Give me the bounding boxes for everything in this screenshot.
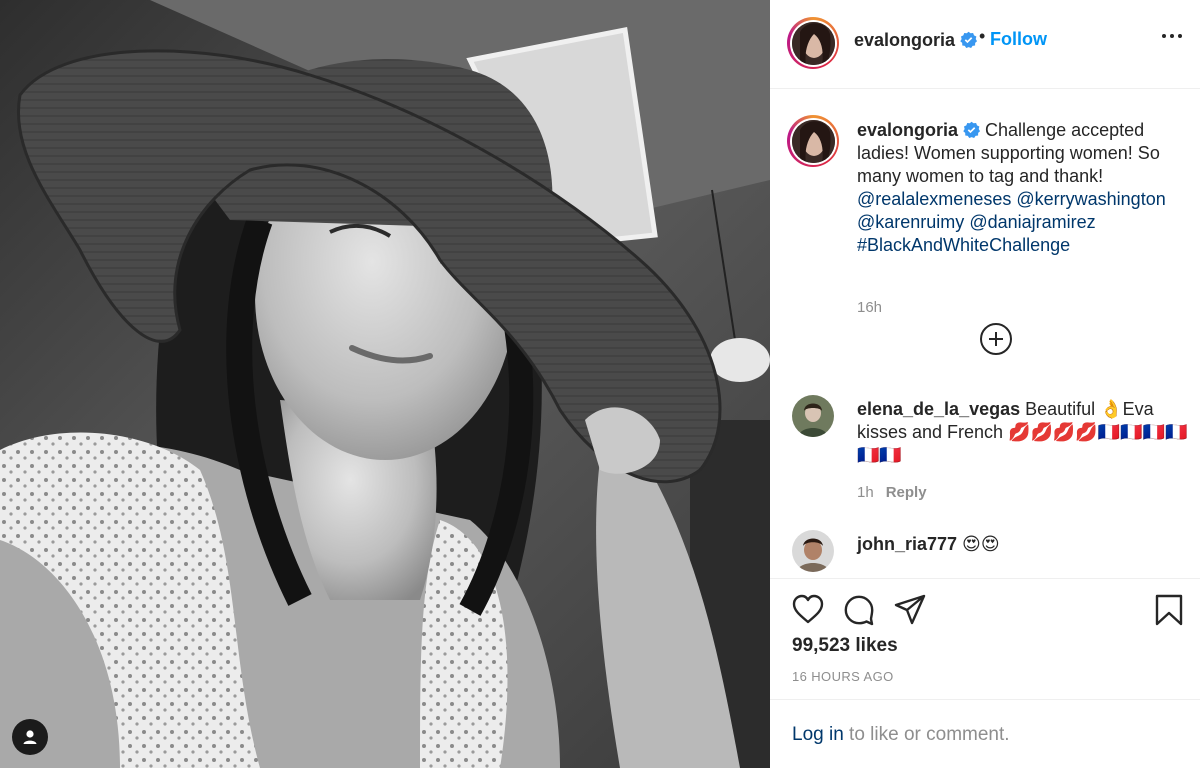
login-link[interactable]: Log in — [792, 724, 844, 745]
comment-body: 😍😍 — [957, 534, 1000, 554]
load-more-icon — [989, 332, 1003, 346]
commenter-avatar[interactable] — [792, 395, 834, 437]
login-text: Log in to like or comment. — [792, 724, 1010, 746]
commenter-avatar[interactable] — [792, 530, 834, 572]
separator-dot: • — [979, 26, 986, 46]
follow-button[interactable]: Follow — [990, 29, 1047, 50]
heart-icon[interactable] — [791, 593, 825, 632]
verified-icon — [960, 31, 978, 48]
post-side-panel: evalongoria • Follow evalongoria Challen… — [770, 0, 1200, 768]
comment-icon[interactable] — [842, 593, 876, 632]
mention-karenruimy[interactable]: @karenruimy — [857, 212, 964, 232]
comment-text: john_ria777 😍😍 — [857, 533, 1192, 556]
caption-username[interactable]: evalongoria — [857, 120, 958, 140]
user-tag-icon — [23, 730, 37, 744]
verified-icon — [963, 121, 981, 138]
comment-meta: 1h Reply — [857, 484, 927, 501]
login-rest: to like or comment. — [843, 724, 1010, 745]
comment-username[interactable]: john_ria777 — [857, 534, 957, 554]
mention-kerrywashington[interactable]: @kerrywashington — [1016, 189, 1165, 209]
post-header: evalongoria • Follow — [770, 0, 1200, 89]
author-username[interactable]: evalongoria — [854, 30, 978, 51]
mention-realalexmeneses[interactable]: @realalexmeneses — [857, 189, 1011, 209]
load-more-comments-button[interactable] — [980, 323, 1012, 355]
reply-button[interactable]: Reply — [886, 484, 927, 501]
caption-text: evalongoria Challenge accepted ladies! W… — [857, 119, 1177, 257]
post-actions: 99,523 likes 16 HOURS AGO Log in to like… — [770, 578, 1200, 768]
mention-daniajramirez[interactable]: @daniajramirez — [969, 212, 1095, 232]
caption-time[interactable]: 16h — [857, 299, 882, 316]
post-photo[interactable] — [0, 0, 770, 768]
user-tag-button[interactable] — [12, 719, 48, 755]
comments-area[interactable]: evalongoria Challenge accepted ladies! W… — [770, 90, 1200, 578]
comment-text: elena_de_la_vegas Beautiful 👌Eva kisses … — [857, 398, 1192, 467]
comment-username[interactable]: elena_de_la_vegas — [857, 399, 1020, 419]
caption-avatar[interactable] — [787, 115, 839, 167]
bookmark-icon[interactable] — [1152, 593, 1186, 632]
login-prompt: Log in to like or comment. — [770, 699, 1200, 768]
comment-time[interactable]: 1h — [857, 484, 874, 501]
post-timestamp[interactable]: 16 HOURS AGO — [792, 669, 894, 684]
hashtag-link[interactable]: #BlackAndWhiteChallenge — [857, 235, 1070, 255]
likes-count[interactable]: 99,523 likes — [792, 635, 898, 657]
author-avatar[interactable] — [787, 17, 839, 69]
share-icon[interactable] — [893, 593, 927, 632]
more-options-icon[interactable] — [1162, 34, 1182, 38]
